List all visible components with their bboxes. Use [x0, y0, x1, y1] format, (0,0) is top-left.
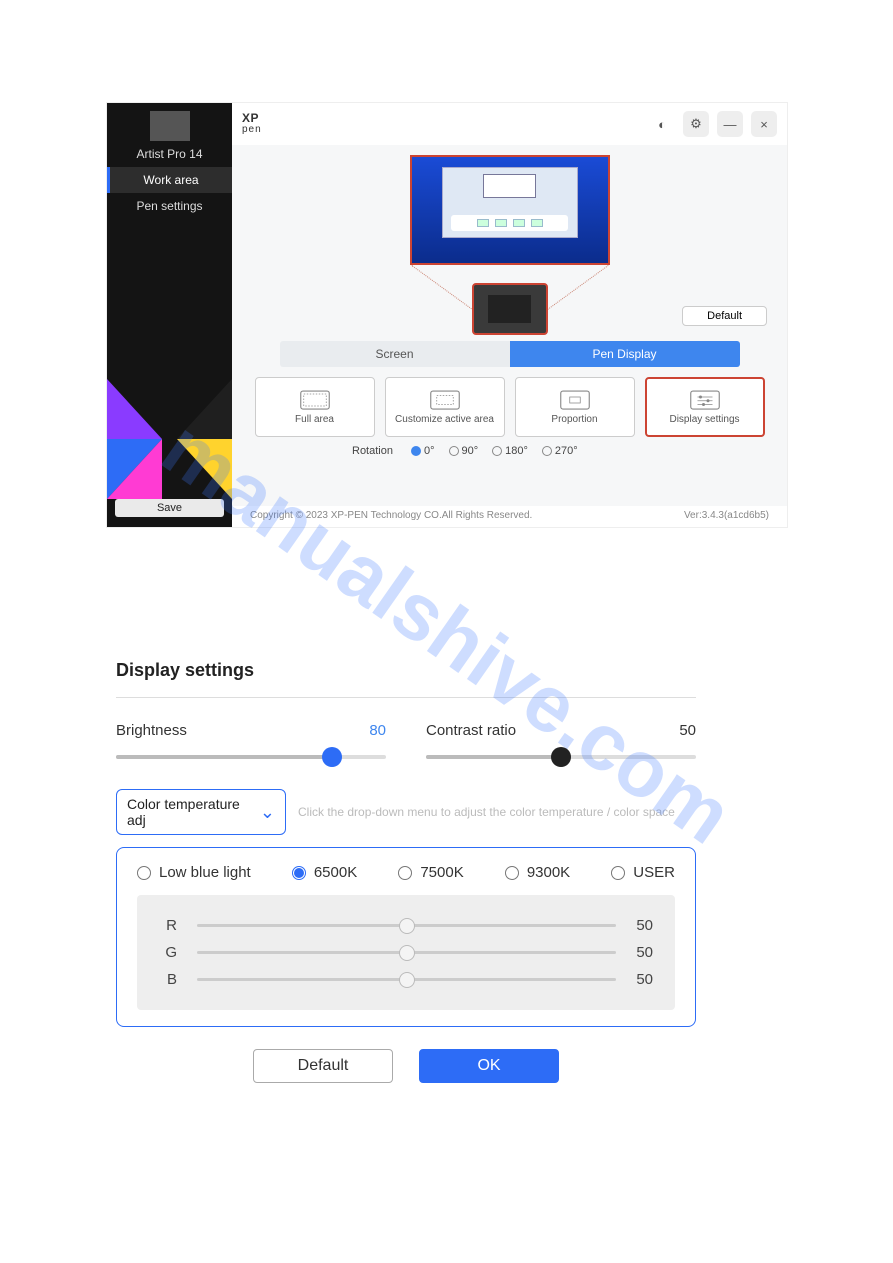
r-label: R — [159, 917, 177, 934]
radio-9300k[interactable]: 9300K — [505, 864, 570, 881]
version: Ver:3.4.3(a1cd6b5) — [684, 510, 769, 521]
brightness-slider[interactable] — [116, 755, 386, 759]
contrast-value: 50 — [679, 722, 696, 739]
rotation-group: Rotation 0° 90° 180° 270° — [292, 445, 578, 457]
dropdown-hint: Click the drop-down menu to adjust the c… — [298, 805, 675, 819]
sidebar: Artist Pro 14 Work area Pen settings Sav… — [107, 103, 232, 527]
settings-icon[interactable]: ⚙ — [683, 111, 709, 137]
tab-pen-display[interactable]: Pen Display — [510, 341, 740, 367]
sidebar-item-pen-settings[interactable]: Pen settings — [107, 193, 232, 219]
radio-user[interactable]: USER — [611, 864, 675, 881]
option-full-area[interactable]: Full area — [255, 377, 375, 437]
contrast-slider[interactable] — [426, 755, 696, 759]
tab-screen[interactable]: Screen — [280, 341, 510, 367]
rotation-180[interactable]: 180° — [492, 445, 528, 457]
save-button[interactable]: Save — [115, 499, 224, 517]
dropdown-label: Color temperature adj — [127, 796, 260, 828]
brightness-label: Brightness — [116, 722, 187, 739]
brightness-value: 80 — [369, 722, 386, 739]
b-slider[interactable] — [197, 978, 616, 981]
brand-top: XP — [242, 111, 259, 125]
color-temp-panel: Low blue light 6500K 7500K 9300K USER R 5… — [116, 847, 696, 1027]
sidebar-art — [107, 219, 232, 499]
option-proportion[interactable]: Proportion — [515, 377, 635, 437]
rgb-sliders: R 50 G 50 B 50 — [137, 895, 675, 1010]
option-label: Display settings — [669, 414, 739, 425]
driver-window: Artist Pro 14 Work area Pen settings Sav… — [106, 102, 788, 528]
contrast-label: Contrast ratio — [426, 722, 516, 739]
area-options: Full area Customize active area Proporti… — [255, 377, 765, 437]
brightness-block: Brightness 80 — [116, 722, 386, 759]
default-button[interactable]: Default — [682, 306, 767, 326]
sidebar-item-work-area[interactable]: Work area — [107, 167, 232, 193]
r-value: 50 — [636, 917, 653, 934]
option-label: Proportion — [551, 414, 597, 425]
screen-mapping-illustration — [410, 155, 610, 335]
close-button[interactable]: × — [751, 111, 777, 137]
option-label: Full area — [295, 414, 334, 425]
area-tabs: Screen Pen Display — [280, 341, 740, 367]
dialog-default-button[interactable]: Default — [253, 1049, 393, 1083]
dialog-ok-button[interactable]: OK — [419, 1049, 559, 1083]
display-settings-dialog: Display settings Brightness 80 Contrast … — [116, 660, 696, 1083]
work-area-content: Default Screen Pen Display Full area Cus… — [232, 145, 787, 506]
minimize-button[interactable]: — — [717, 111, 743, 137]
brand-logo: XP pen — [242, 113, 262, 135]
brand-bottom: pen — [242, 124, 262, 135]
b-label: B — [159, 971, 177, 988]
rotation-label: Rotation — [352, 445, 393, 457]
rotation-0[interactable]: 0° — [411, 445, 435, 457]
tablet-outline — [472, 283, 548, 335]
option-label: Customize active area — [395, 414, 494, 425]
chevron-down-icon: ⌄ — [260, 802, 275, 823]
radio-6500k[interactable]: 6500K — [292, 864, 357, 881]
option-customize-area[interactable]: Customize active area — [385, 377, 505, 437]
copyright: Copyright © 2023 XP-PEN Technology CO.Al… — [250, 510, 532, 521]
g-label: G — [159, 944, 177, 961]
monitor-outline — [410, 155, 610, 265]
g-value: 50 — [636, 944, 653, 961]
device-name: Artist Pro 14 — [107, 147, 232, 161]
color-mode-dropdown[interactable]: Color temperature adj ⌄ — [116, 789, 286, 835]
contrast-block: Contrast ratio 50 — [426, 722, 696, 759]
dialog-title: Display settings — [116, 660, 696, 681]
g-slider[interactable] — [197, 951, 616, 954]
rotation-270[interactable]: 270° — [542, 445, 578, 457]
footer: Copyright © 2023 XP-PEN Technology CO.Al… — [232, 506, 787, 527]
option-display-settings[interactable]: Display settings — [645, 377, 765, 437]
rotation-90[interactable]: 90° — [449, 445, 479, 457]
b-value: 50 — [636, 971, 653, 988]
radio-low-blue-light[interactable]: Low blue light — [137, 864, 251, 881]
device-thumb — [150, 111, 190, 141]
r-slider[interactable] — [197, 924, 616, 927]
titlebar: XP pen ◐ ⚙ — × — [232, 103, 787, 145]
radio-7500k[interactable]: 7500K — [398, 864, 463, 881]
theme-icon[interactable]: ◐ — [649, 111, 675, 137]
